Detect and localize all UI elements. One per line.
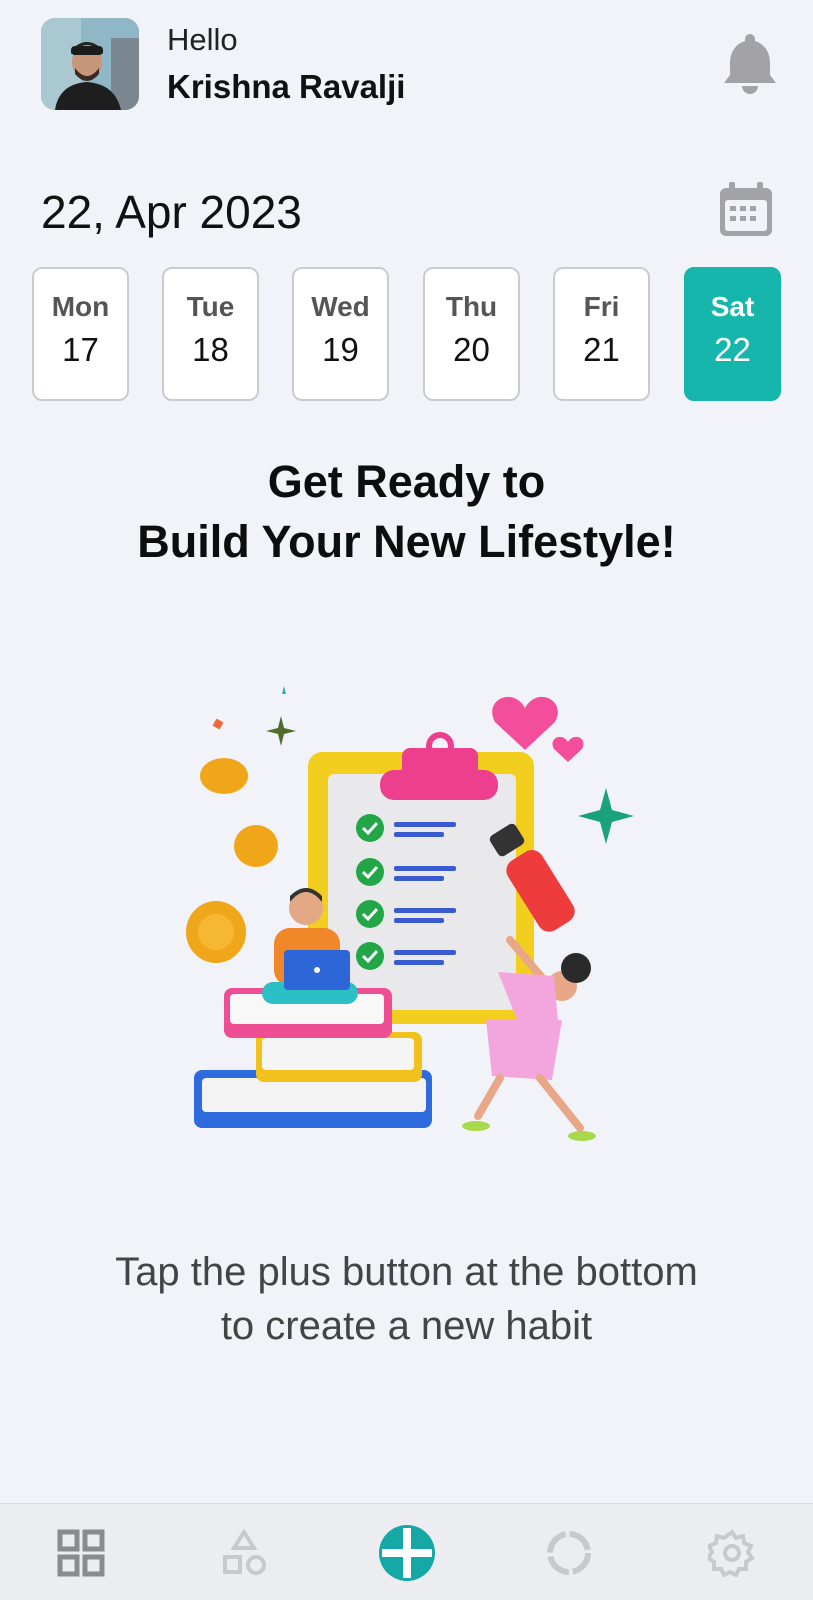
day-name: Fri [583,291,620,322]
day-name: Sat [710,291,755,322]
username-text: Krishna Ravalji [167,68,406,105]
day-number: 22 [714,331,751,368]
add-icon [379,1524,435,1581]
app-root: Hello Krishna Ravalji 22, Apr 2023 Mon 1… [0,0,813,1600]
day-wed[interactable]: Wed 19 [292,267,389,401]
day-selector: Mon 17 Tue 18 Wed 19 Thu 20 Fri 21 Sat 2… [32,267,782,401]
day-number: 17 [62,331,99,368]
day-number: 21 [583,331,620,368]
empty-state-hint: Tap the plus button at the bottom to cre… [0,1245,813,1353]
bottom-nav [0,1503,813,1600]
header: Hello Krishna Ravalji [0,0,813,130]
empty-state-title: Get Ready to Build Your New Lifestyle! [0,452,813,572]
nav-settings[interactable] [682,1504,782,1600]
day-tue[interactable]: Tue 18 [162,267,259,401]
settings-icon [708,1528,755,1577]
title-line-2: Build Your New Lifestyle! [137,516,676,567]
day-thu[interactable]: Thu 20 [423,267,520,401]
day-fri[interactable]: Fri 21 [553,267,650,401]
calendar-icon[interactable] [718,180,774,240]
nav-categories[interactable] [194,1504,294,1600]
progress-icon [547,1530,591,1575]
day-mon[interactable]: Mon 17 [32,267,129,401]
bell-icon[interactable] [722,30,778,96]
title-line-1: Get Ready to [267,456,546,507]
nav-progress[interactable] [519,1504,619,1600]
day-number: 19 [322,331,359,368]
avatar[interactable] [41,18,139,110]
grid-icon [57,1529,105,1576]
habit-illustration [180,680,640,1200]
day-name: Wed [311,291,370,322]
hint-line-2: to create a new habit [220,1304,593,1348]
nav-add-habit[interactable] [357,1504,457,1600]
day-name: Thu [445,291,498,322]
current-date: 22, Apr 2023 [41,186,302,238]
day-number: 18 [192,331,229,368]
greeting-text: Hello [167,22,238,57]
day-sat-selected[interactable]: Sat 22 [684,267,781,401]
day-number: 20 [453,331,490,368]
hint-line-1: Tap the plus button at the bottom [115,1250,698,1294]
nav-home[interactable] [31,1504,131,1600]
day-name: Mon [51,291,110,322]
shapes-icon [223,1528,266,1575]
day-name: Tue [186,291,235,322]
